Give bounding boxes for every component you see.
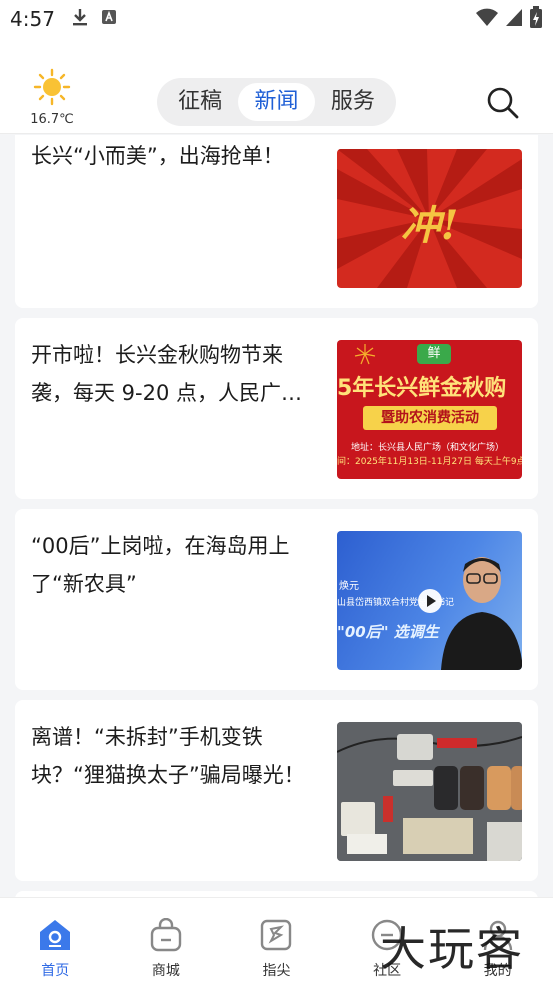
nav-fingertip-label: 指尖 [262,963,291,979]
shopping-bag-icon [149,917,183,952]
banner-address: 地址：长兴县人民广场（和文化广场） [351,443,505,453]
nav-community-label: 社区 [373,963,402,979]
status-bar: 4:57 [0,0,553,38]
nav-home-label: 首页 [41,963,70,979]
news-title[interactable]: 长兴“小而美”，出海抢单！ [31,137,317,175]
battery-icon [529,6,543,32]
nav-mall[interactable]: 商城 [111,898,222,984]
nav-mall-label: 商城 [151,963,180,979]
person-silhouette [441,557,522,670]
status-time: 4:57 [10,7,55,31]
search-icon [486,87,520,124]
banner-dates: 间：2025年11月13日-11月27日 每天上午9点到 [337,457,522,467]
weather-temperature: 16.7℃ [30,112,74,127]
news-card[interactable]: 开市啦！长兴金秋购物节来袭，每天 9-20 点，人民广场… 鲜 5年长兴鲜金秋购… [15,318,538,499]
tab-services[interactable]: 服务 [315,83,391,121]
signal-icon [505,7,523,31]
news-thumbnail-banner[interactable]: 鲜 5年长兴鲜金秋购 暨助农消费活动 地址：长兴县人民广场（和文化广场） 间：2… [337,340,522,479]
banner-subheadline: 暨助农消费活动 [363,406,497,430]
news-title[interactable]: 开市啦！长兴金秋购物节来袭，每天 9-20 点，人民广场… [31,336,317,412]
weather-widget[interactable]: 16.7℃ [28,68,76,127]
play-icon[interactable] [417,588,443,618]
bottom-navigation: 首页 商城 指尖 社区 我的 [0,897,553,984]
nav-profile[interactable]: 我的 [442,898,553,984]
community-icon [370,918,404,952]
banner-headline: 5年长兴鲜金秋购 [337,376,507,401]
poster-text: 冲! [400,202,459,249]
tab-zhenggao[interactable]: 征稿 [162,83,238,121]
nav-community[interactable]: 社区 [332,898,443,984]
top-header: 16.7℃ 征稿 新闻 服务 [0,38,553,134]
channel-tabs: 征稿 新闻 服务 [157,78,396,126]
tab-news[interactable]: 新闻 [238,83,315,121]
nav-fingertip[interactable]: 指尖 [221,898,332,984]
video-caption-name: 焕元 [339,581,359,592]
fingertip-icon [259,918,293,952]
banner-badge: 鲜 [417,344,451,364]
profile-icon [481,918,515,952]
nav-home[interactable]: 首页 [0,898,111,984]
news-card[interactable]: “00后”上岗啦，在海岛用上了“新农具” 焕元 山县岱西镇双合村党总支书记 "0… [15,509,538,690]
wifi-icon [475,7,499,31]
video-caption-tag: "00后" 选调生 [337,623,439,641]
seized-phones-photo [337,722,522,861]
news-thumbnail-poster[interactable]: 冲! [337,149,522,288]
download-icon [71,7,89,31]
news-card[interactable]: 长兴“小而美”，出海抢单！ 冲! [15,135,538,308]
text-a-icon [101,9,117,29]
news-feed[interactable]: 长兴“小而美”，出海抢单！ 冲! 开市啦！长兴金秋购物节来袭，每天 9-20 点… [0,135,553,897]
news-title[interactable]: 离谱！“未拆封”手机变铁块？“狸猫换太子”骗局曝光！ [31,718,317,794]
news-title[interactable]: “00后”上岗啦，在海岛用上了“新农具” [31,527,317,603]
news-thumbnail-photo[interactable] [337,722,522,861]
search-button[interactable] [486,86,520,120]
news-card[interactable]: 离谱！“未拆封”手机变铁块？“狸猫换太子”骗局曝光！ [15,700,538,881]
status-right-icons [475,6,543,32]
news-thumbnail-video[interactable]: 焕元 山县岱西镇双合村党总支书记 "00后" 选调生 [337,531,522,670]
sun-icon [28,68,76,110]
home-icon [38,918,72,952]
nav-profile-label: 我的 [483,963,512,979]
